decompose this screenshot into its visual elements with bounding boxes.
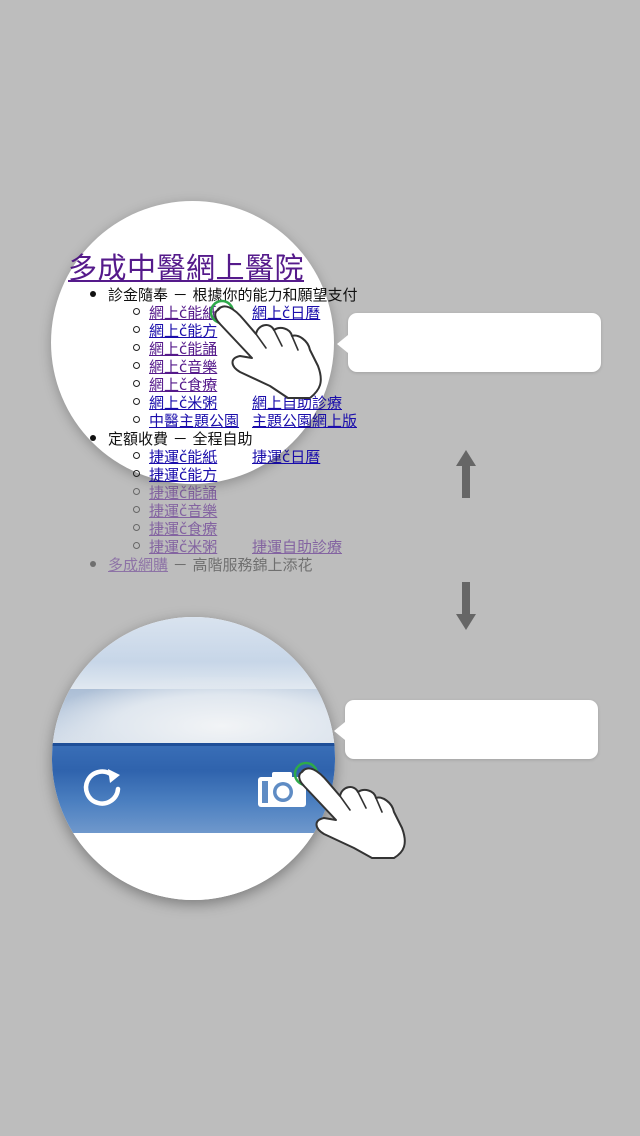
bullet-icon (90, 560, 96, 567)
circle-bullet-icon (133, 524, 140, 531)
cloud-area (52, 677, 335, 747)
list-item: 捷運č音樂 (133, 502, 252, 520)
section-online-shop: 多成網購 － 高階服務錦上添花 (90, 556, 313, 574)
link-express-diet[interactable]: 捷運č食療 (149, 520, 252, 538)
tooltip-text (348, 313, 601, 349)
tap-hand-icon (293, 761, 406, 859)
tooltip-text (345, 700, 598, 736)
link-online-shop[interactable]: 多成網購 (108, 556, 168, 574)
circle-bullet-icon (133, 488, 140, 495)
arrow-down-icon (456, 582, 476, 630)
link-express-congee[interactable]: 捷運č米粥 (149, 538, 252, 556)
refresh-icon[interactable] (80, 765, 124, 809)
link-express-self-diagnosis[interactable]: 捷運自助診療 (252, 538, 342, 556)
web-page: 多成中醫網上醫院 診金隨奉 － 根據你的能力和願望支付 網上č能紙 網上č日曆 網… (0, 0, 640, 1136)
tooltip-bottom (334, 700, 598, 759)
tap-hand-icon (209, 299, 322, 399)
circle-bullet-icon (133, 542, 140, 549)
tooltip-top (337, 313, 601, 372)
list-item: 捷運č米粥 捷運自助診療 (133, 538, 342, 556)
list-item: 捷運č能誦 (133, 484, 252, 502)
arrow-up-icon (456, 450, 476, 498)
link-express-music[interactable]: 捷運č音樂 (149, 502, 252, 520)
toolbar-divider (52, 743, 335, 746)
section-label: － 高階服務錦上添花 (168, 556, 313, 574)
list-item: 捷運č食療 (133, 520, 252, 538)
link-express-chant[interactable]: 捷運č能誦 (149, 484, 252, 502)
circle-bullet-icon (133, 506, 140, 513)
